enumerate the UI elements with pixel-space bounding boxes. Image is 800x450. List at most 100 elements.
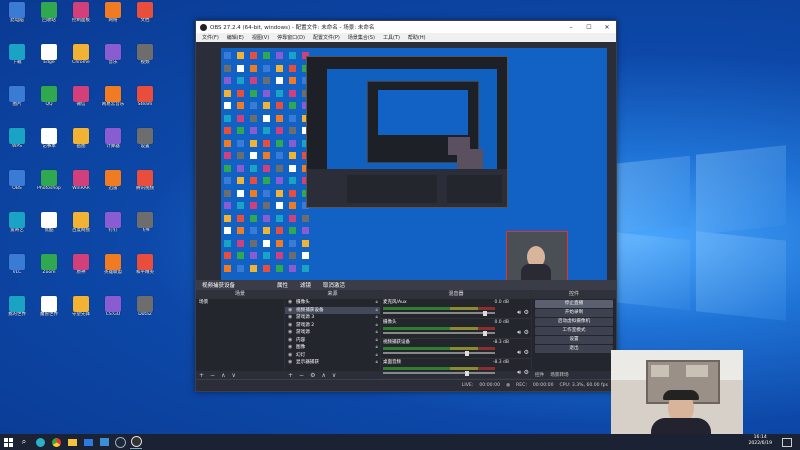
desktop-icon[interactable]: Chrome <box>66 44 96 76</box>
windows-start-icon[interactable] <box>2 436 14 448</box>
tab-controls[interactable]: 控件 <box>532 372 547 378</box>
visibility-eye-icon[interactable]: ◉ <box>288 322 296 330</box>
desktop-icon[interactable]: 腾讯视频 <box>130 170 160 202</box>
speaker-icon[interactable]: 🔊︎ <box>517 349 521 357</box>
volume-slider[interactable] <box>383 330 495 336</box>
volume-slider-knob[interactable] <box>465 370 469 376</box>
source-item[interactable]: ◉ 内容 🔒︎ <box>285 337 380 345</box>
filters-button[interactable]: 滤镜 <box>294 281 317 289</box>
mail-icon[interactable] <box>82 436 94 448</box>
desktop-icon[interactable]: Edge <box>34 44 64 76</box>
lock-icon[interactable]: 🔒︎ <box>376 299 380 307</box>
desktop-icon[interactable]: Zoom <box>34 254 64 286</box>
lock-icon[interactable]: 🔒︎ <box>376 307 380 315</box>
add-scene-button[interactable]: + <box>196 372 207 379</box>
scene-item[interactable]: 场景 <box>196 299 284 307</box>
desktop-icon[interactable]: WPS <box>2 128 32 160</box>
webcam-source-selected[interactable] <box>506 231 568 280</box>
desktop-icon[interactable]: VLC <box>2 254 32 286</box>
exit-button[interactable]: 退出 <box>535 345 613 353</box>
properties-button[interactable]: 属性 <box>271 281 294 289</box>
desktop-icon[interactable]: 我的世界 <box>2 296 32 328</box>
lock-icon[interactable]: 🔒︎ <box>376 322 380 330</box>
move-source-down-button[interactable]: ∨ <box>329 372 339 379</box>
menu-file[interactable]: 文件(F) <box>198 34 223 41</box>
desktop-icon[interactable]: 记事本 <box>34 128 64 160</box>
desktop-icon[interactable]: 优酷 <box>34 212 64 244</box>
source-item[interactable]: ◉ 游戏源 🔒︎ <box>285 329 380 337</box>
desktop-icon[interactable]: OBS <box>2 170 32 202</box>
lock-icon[interactable]: 🔒︎ <box>376 344 380 352</box>
visibility-eye-icon[interactable]: ◉ <box>288 359 296 367</box>
lock-icon[interactable]: 🔒︎ <box>376 314 380 322</box>
gear-icon[interactable]: ⚙ <box>524 369 529 376</box>
desktop-icon[interactable]: 图片 <box>2 86 32 118</box>
lock-icon[interactable]: 🔒︎ <box>376 337 380 345</box>
search-icon[interactable]: ⌕ <box>18 436 30 448</box>
remove-scene-button[interactable]: − <box>207 372 218 379</box>
settings-button[interactable]: 设置 <box>535 336 613 344</box>
lock-icon[interactable]: 🔒︎ <box>376 352 380 360</box>
volume-slider-knob[interactable] <box>465 350 469 356</box>
close-button[interactable]: ✕ <box>598 24 616 31</box>
visibility-eye-icon[interactable]: ◉ <box>288 344 296 352</box>
volume-slider[interactable] <box>383 370 495 376</box>
desktop-icon[interactable]: 原神 <box>66 254 96 286</box>
maximize-button[interactable]: ☐ <box>580 24 598 31</box>
desktop-icon[interactable]: 此电脑 <box>2 2 32 34</box>
desktop-icon[interactable]: QQ <box>34 86 64 118</box>
desktop-icon[interactable]: 下载 <box>2 44 32 76</box>
desktop-icon[interactable]: Dota2 <box>130 296 160 328</box>
menu-profile[interactable]: 配置文件(P) <box>309 34 344 41</box>
menu-tools[interactable]: 工具(T) <box>379 34 404 41</box>
desktop-icon[interactable]: WinRAR <box>66 170 96 202</box>
obs-taskbar-icon[interactable] <box>130 436 142 449</box>
source-item[interactable]: ◉ 幻灯 🔒︎ <box>285 352 380 360</box>
speaker-icon[interactable]: 🔊︎ <box>517 309 521 317</box>
desktop-icon[interactable]: Photoshop <box>34 170 64 202</box>
source-item[interactable]: ◉ 游戏源 3 🔒︎ <box>285 314 380 322</box>
visibility-eye-icon[interactable]: ◉ <box>288 352 296 360</box>
gear-icon[interactable]: ⚙ <box>524 329 529 336</box>
visibility-eye-icon[interactable]: ◉ <box>288 299 296 307</box>
edge-icon[interactable] <box>34 436 46 448</box>
remove-source-button[interactable]: − <box>296 372 307 379</box>
desktop-icon[interactable]: 飞书 <box>130 212 160 244</box>
desktop-icon[interactable]: 迅雷 <box>98 170 128 202</box>
desktop-icon[interactable]: 英雄联盟 <box>98 254 128 286</box>
desktop-icon[interactable]: 设置 <box>130 128 160 160</box>
desktop-icon[interactable]: CS:GO <box>98 296 128 328</box>
volume-slider[interactable] <box>383 350 495 356</box>
source-item[interactable]: ◉ 显示器捕获 🔒︎ <box>285 359 380 367</box>
desktop-icon[interactable]: 音乐 <box>98 44 128 76</box>
desktop-icon[interactable]: 视频 <box>130 44 160 76</box>
add-source-button[interactable]: + <box>285 372 296 379</box>
obs-titlebar[interactable]: OBS 27.2.4 (64-bit, windows) - 配置文件: 未命名… <box>196 21 616 33</box>
menu-edit[interactable]: 编辑(E) <box>223 34 248 41</box>
stop-streaming-button[interactable]: 停止直播 <box>535 300 613 308</box>
lock-icon[interactable]: 🔒︎ <box>376 359 380 367</box>
volume-slider-knob[interactable] <box>483 310 487 316</box>
desktop-icon[interactable]: 百度网盘 <box>66 212 96 244</box>
steam-icon[interactable] <box>114 436 126 448</box>
volume-slider[interactable] <box>383 310 495 316</box>
minimize-button[interactable]: – <box>562 24 580 31</box>
desktop-icon[interactable]: 和平精英 <box>130 254 160 286</box>
desktop-icon[interactable]: 钉钉 <box>98 212 128 244</box>
source-item[interactable]: ◉ 图像 🔒︎ <box>285 344 380 352</box>
menu-scene-collection[interactable]: 场景集合(S) <box>344 34 379 41</box>
gear-icon[interactable]: ⚙ <box>524 309 529 316</box>
desktop-icon[interactable]: 魔兽世界 <box>34 296 64 328</box>
source-settings-icon[interactable]: ⚙ <box>307 372 318 379</box>
visibility-eye-icon[interactable]: ◉ <box>288 314 296 322</box>
speaker-icon[interactable]: 🔊︎ <box>517 329 521 337</box>
visibility-eye-icon[interactable]: ◉ <box>288 307 296 315</box>
lock-icon[interactable]: 🔒︎ <box>376 329 380 337</box>
desktop-icon[interactable]: 爱奇艺 <box>2 212 32 244</box>
desktop-icon[interactable]: 守望先锋 <box>66 296 96 328</box>
system-clock[interactable]: 16:14 2022/6/19 <box>748 435 772 447</box>
desktop-icon[interactable]: 文档 <box>130 2 160 34</box>
notification-icon[interactable] <box>782 438 792 447</box>
move-source-up-button[interactable]: ∧ <box>318 372 328 379</box>
speaker-icon[interactable]: 🔊︎ <box>517 369 521 377</box>
